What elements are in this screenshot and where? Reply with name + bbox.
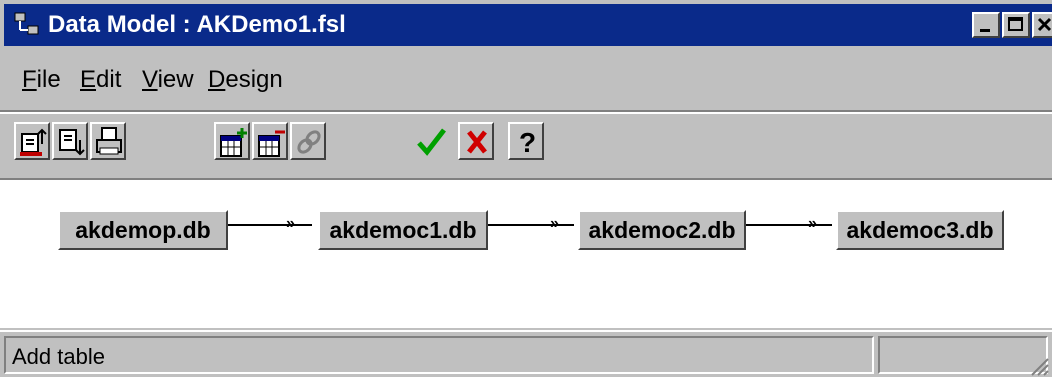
svg-text:?: ?: [519, 127, 536, 158]
print-button[interactable]: [90, 122, 126, 160]
table-akdemop[interactable]: akdemop.db: [58, 210, 228, 250]
menu-edit[interactable]: Edit: [80, 66, 121, 94]
link-line-3: [746, 224, 832, 226]
toolbar: ?: [0, 114, 1052, 176]
model-canvas[interactable]: akdemop.db » akdemoc1.db » akdemoc2.db »…: [0, 178, 1052, 328]
help-icon: ?: [519, 127, 536, 158]
status-bar: Add table: [0, 330, 1052, 377]
table-akdemoc3[interactable]: akdemoc3.db: [836, 210, 1004, 250]
save-button[interactable]: [52, 122, 88, 160]
link-line-2: [488, 224, 574, 226]
cancel-button[interactable]: [458, 122, 494, 160]
menu-file[interactable]: File: [22, 66, 61, 94]
menu-design[interactable]: Design: [208, 66, 283, 94]
minimize-button[interactable]: [972, 12, 1000, 38]
menu-view[interactable]: View: [142, 66, 194, 94]
close-icon: [1037, 17, 1052, 32]
window-title: Data Model : AKDemo1.fsl: [48, 11, 346, 38]
link-arrow-2: »: [550, 215, 559, 232]
table-akdemoc2[interactable]: akdemoc2.db: [578, 210, 746, 250]
maximize-icon: [1008, 17, 1023, 31]
menu-bar: File Edit View Design: [4, 60, 1052, 100]
title-bar[interactable]: Data Model : AKDemo1.fsl: [4, 4, 1052, 46]
add-table-icon: [220, 128, 247, 157]
close-button[interactable]: [1032, 12, 1052, 38]
save-icon: [59, 129, 85, 156]
link-icon: [297, 130, 321, 154]
status-pane-main: Add table: [4, 336, 874, 374]
link-arrow-1: »: [286, 215, 295, 232]
data-model-window: Data Model : AKDemo1.fsl File Edit View …: [0, 0, 1052, 377]
status-pane-secondary: [878, 336, 1048, 374]
ok-icon: [417, 128, 446, 156]
cancel-icon: [467, 130, 487, 154]
remove-table-button[interactable]: [252, 122, 288, 160]
add-table-button[interactable]: [214, 122, 250, 160]
minimize-icon: [980, 29, 990, 32]
print-icon: [96, 127, 122, 155]
maximize-button[interactable]: [1002, 12, 1030, 38]
link-line-1: [228, 224, 312, 226]
open-icon: [20, 128, 47, 156]
remove-table-icon: [258, 130, 285, 157]
resize-grip-icon[interactable]: [1026, 353, 1050, 377]
status-message: Add table: [12, 344, 105, 369]
app-icon: [14, 12, 39, 35]
link-arrow-3: »: [808, 215, 817, 232]
link-button[interactable]: [290, 122, 326, 160]
ok-button[interactable]: [412, 122, 448, 160]
table-akdemoc1[interactable]: akdemoc1.db: [318, 210, 488, 250]
open-button[interactable]: [14, 122, 50, 160]
help-button[interactable]: ?: [508, 122, 544, 160]
